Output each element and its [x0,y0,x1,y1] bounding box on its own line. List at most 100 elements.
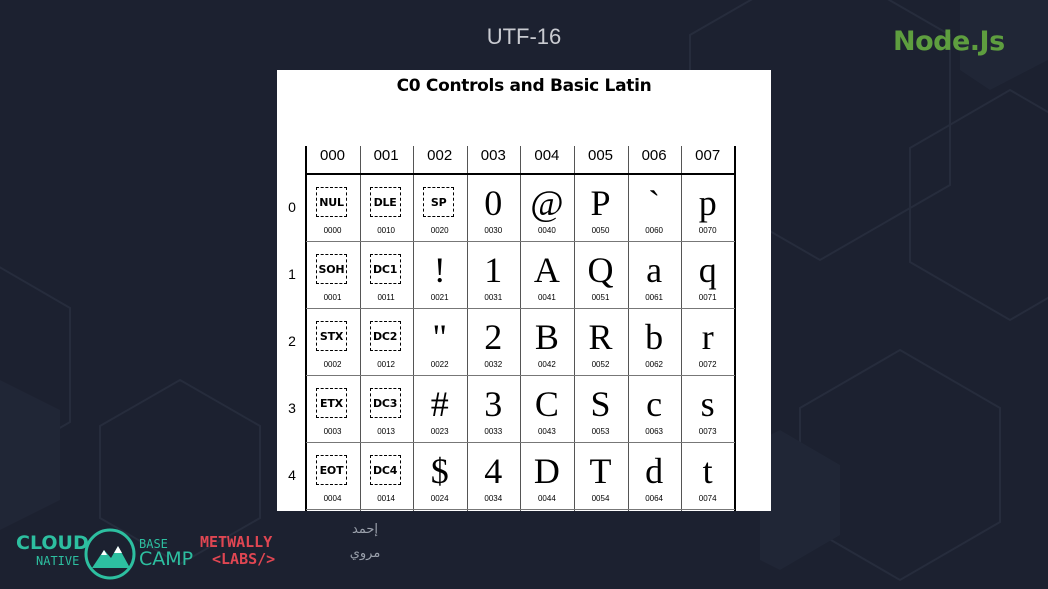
arabic-signature-line2: مروي [349,546,381,561]
character-cell: DC3 0013 [360,375,413,442]
character-cell: r 0072 [681,308,734,375]
character-cell: $0024 [413,442,466,509]
row-header: 4 [288,467,296,483]
character-glyph: P [590,183,611,223]
character-glyph: q [698,250,717,290]
character-cell: 3 0033 [467,375,520,442]
character-glyph: $ [430,451,449,491]
character-cell: T 0054 [574,442,627,509]
character-glyph: B [534,317,559,357]
unicode-chart-panel: C0 Controls and Basic Latin 000 001 002 003… [277,70,771,511]
arabic-signature-line1: إحمد [352,522,378,537]
character-cell: P 0050 [574,174,627,241]
code-point-label: 0034 [484,494,503,503]
character-glyph: 1 [484,250,503,290]
character-glyph: b [645,317,664,357]
code-point-label: 0024 [430,494,449,503]
control-char-box: ETX [316,388,347,418]
code-point-label: 0064 [645,494,663,503]
column-header: 000 [319,147,346,164]
control-char-box: DC4 [369,455,401,485]
cloud-native-logo-text: CLOUD [16,532,89,554]
character-cell: DLE 0010 [360,174,413,241]
code-point-label: 0072 [698,360,717,369]
character-cell: D 0044 [520,442,573,509]
character-glyph: T [589,451,612,491]
code-point-label: 0061 [645,293,663,302]
character-cell: S 0053 [574,375,627,442]
character-cell: DC1 0011 [360,241,413,308]
column-header: 001 [373,147,399,164]
character-glyph: C [534,384,559,424]
character-cell: s 0073 [681,375,734,442]
character-cell: A 0041 [520,241,573,308]
character-cell: a 0061 [628,241,681,308]
character-cell: ` 0060 [628,174,681,241]
code-point-label: 0020 [430,226,449,235]
code-point-label: 0014 [377,494,395,503]
character-cell: #0023 [413,375,466,442]
control-char-box: DC2 [369,321,401,351]
code-point-label: 0001 [323,293,342,302]
character-cell: B 0042 [520,308,573,375]
control-char-box: STX [316,321,347,351]
control-char-box: EOT [316,455,347,485]
cloud-native-logo-subtext: NATIVE [36,554,80,568]
arabic-signature: إحمد مروي [348,518,382,566]
control-char-box: SP [423,187,455,217]
character-glyph: Q [587,250,614,290]
character-glyph: ! [433,250,446,290]
base-camp-logo-line2: CAMP [139,548,194,570]
code-point-label: 0011 [377,293,395,302]
character-glyph: d [645,451,664,491]
character-glyph: a [646,250,663,290]
column-header: 006 [641,147,667,164]
code-point-label: 0040 [537,226,556,235]
character-glyph: 3 [484,384,503,424]
column-header: 007 [695,147,721,164]
character-glyph: 4 [484,451,503,491]
row-header: 3 [288,400,296,416]
character-cell: DC4 0014 [360,442,413,509]
character-glyph: # [430,384,449,424]
character-cell: " 0022 [413,308,466,375]
code-point-label: 0021 [430,293,449,302]
character-cell: 0 0030 [467,174,520,241]
code-point-label: 0060 [645,226,663,235]
character-glyph: p [698,183,717,223]
control-char-box: DC1 [369,254,401,284]
control-char-box: NUL [316,187,347,217]
code-point-label: 0010 [377,226,395,235]
code-point-label: 0002 [323,360,342,369]
metwally-labs-logo-line2: <LABS/> [212,550,276,568]
character-glyph: r [701,317,714,357]
character-cell: c 0063 [628,375,681,442]
character-cell: 2 0032 [467,308,520,375]
character-cell: @0040 [520,174,573,241]
code-point-label: 0032 [484,360,503,369]
character-glyph: A [533,250,560,290]
character-cell: EOT 0004 [306,442,359,509]
control-char-box: DLE [369,187,401,217]
character-cell: SOH 0001 [306,241,359,308]
column-header: 005 [587,147,614,164]
character-glyph: " [432,317,448,357]
code-point-label: 0012 [377,360,395,369]
character-cell: p 0070 [681,174,734,241]
character-glyph: @ [530,183,564,223]
code-point-label: 0052 [591,360,610,369]
character-glyph: s [700,384,715,424]
nodejs-logo: Node.Js [893,26,1005,57]
row-header: 1 [288,266,296,282]
character-glyph: D [533,451,560,491]
character-cell: C 0043 [520,375,573,442]
character-glyph: R [588,317,613,357]
code-point-label: 0053 [591,427,610,436]
character-glyph: t [702,451,713,491]
character-glyph: 2 [484,317,503,357]
control-char-box: DC3 [369,388,401,418]
mountain-badge-icon [84,528,136,580]
column-header: 002 [427,147,453,164]
character-glyph: c [646,384,663,424]
metwally-labs-logo-line1: METWALLY [200,533,273,551]
